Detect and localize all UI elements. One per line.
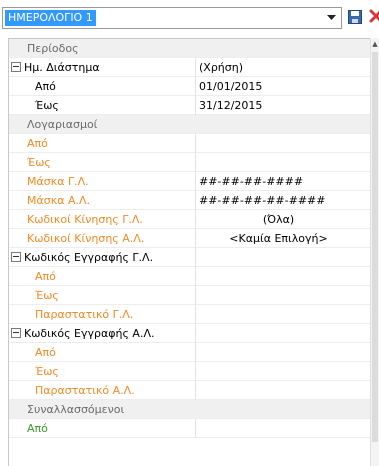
property-label: Από bbox=[9, 267, 196, 286]
collapse-icon[interactable] bbox=[11, 62, 21, 72]
property-label: Κωδικοί Κίνησης Α.Λ. bbox=[9, 229, 196, 248]
property-row-period-to[interactable]: Έως 31/12/2015 bbox=[9, 96, 370, 115]
vertical-scrollbar[interactable]: ▲ bbox=[370, 38, 379, 466]
property-value[interactable] bbox=[197, 267, 370, 286]
property-label: Από bbox=[9, 419, 196, 438]
property-value[interactable] bbox=[197, 248, 370, 267]
property-label: Ημ. Διάστημα bbox=[24, 61, 100, 74]
category-accounts[interactable]: Λογαριασμοί bbox=[9, 115, 370, 134]
property-label: Έως bbox=[9, 153, 196, 172]
property-value[interactable] bbox=[197, 324, 370, 343]
profile-combobox-value[interactable]: ΗΜΕΡΟΛΟΓΙΟ 1 bbox=[5, 10, 96, 26]
property-row-accounts-from[interactable]: Από bbox=[9, 134, 370, 153]
property-value[interactable]: ##-##-##-#### bbox=[197, 172, 370, 191]
profile-combobox[interactable]: ΗΜΕΡΟΛΟΓΙΟ 1 bbox=[2, 7, 342, 29]
property-row-partners-from[interactable]: Από bbox=[9, 419, 370, 438]
property-label: Κωδικός Εγγραφής Γ.Λ. bbox=[24, 251, 154, 264]
toolbar: ΗΜΕΡΟΛΟΓΙΟ 1 bbox=[0, 0, 379, 38]
property-value[interactable] bbox=[197, 343, 370, 362]
property-row-accounts-to[interactable]: Έως bbox=[9, 153, 370, 172]
property-value[interactable]: <Καμία Επιλογή> bbox=[197, 229, 370, 248]
property-label: Από bbox=[9, 77, 196, 96]
property-value[interactable] bbox=[197, 381, 370, 400]
category-partners[interactable]: Συναλλασσόμενοι bbox=[9, 400, 370, 419]
property-value[interactable]: 01/01/2015 bbox=[197, 77, 370, 96]
property-row-gl-codes[interactable]: Κωδικοί Κίνησης Γ.Λ. (Όλα) bbox=[9, 210, 370, 229]
scroll-up-icon[interactable]: ▲ bbox=[371, 38, 379, 50]
property-row-date-range[interactable]: Ημ. Διάστημα (Χρήση) bbox=[9, 58, 370, 77]
collapse-icon[interactable] bbox=[11, 328, 21, 338]
property-row-gl-entry-from[interactable]: Από bbox=[9, 267, 370, 286]
property-row-gl-entry-code[interactable]: Κωδικός Εγγραφής Γ.Λ. bbox=[9, 248, 370, 267]
save-icon bbox=[348, 9, 362, 27]
property-label: Μάσκα Α.Λ. bbox=[9, 191, 196, 210]
property-label: Παραστατικό Α.Λ. bbox=[9, 381, 196, 400]
save-button[interactable] bbox=[346, 9, 364, 27]
property-label: Έως bbox=[9, 286, 196, 305]
property-value[interactable]: 31/12/2015 bbox=[197, 96, 370, 115]
property-row-al-entry-code[interactable]: Κωδικός Εγγραφής Α.Λ. bbox=[9, 324, 370, 343]
property-value[interactable] bbox=[197, 286, 370, 305]
property-label: Από bbox=[9, 134, 196, 153]
property-value[interactable] bbox=[197, 419, 370, 438]
property-value[interactable] bbox=[197, 362, 370, 381]
scrollbar-thumb[interactable] bbox=[372, 52, 378, 442]
property-label: Κωδικοί Κίνησης Γ.Λ. bbox=[9, 210, 196, 229]
property-value[interactable]: (Χρήση) bbox=[197, 58, 370, 77]
property-grid: Περίοδος Ημ. Διάστημα (Χρήση) Από 01/01/… bbox=[8, 38, 370, 466]
delete-button[interactable] bbox=[369, 9, 379, 27]
property-label: Κωδικός Εγγραφής Α.Λ. bbox=[24, 327, 155, 340]
property-row-al-mask[interactable]: Μάσκα Α.Λ. ##-##-##-##-#### bbox=[9, 191, 370, 210]
delete-icon bbox=[369, 9, 379, 26]
property-row-al-entry-to[interactable]: Έως bbox=[9, 362, 370, 381]
property-row-period-from[interactable]: Από 01/01/2015 bbox=[9, 77, 370, 96]
property-row-al-entry-from[interactable]: Από bbox=[9, 343, 370, 362]
category-title: Περίοδος bbox=[27, 42, 79, 55]
property-value[interactable]: (Όλα) bbox=[197, 210, 370, 229]
property-label: Μάσκα Γ.Λ. bbox=[9, 172, 196, 191]
property-row-al-codes[interactable]: Κωδικοί Κίνησης Α.Λ. <Καμία Επιλογή> bbox=[9, 229, 370, 248]
property-label: Παραστατικό Γ.Λ. bbox=[9, 305, 196, 324]
property-value[interactable] bbox=[197, 134, 370, 153]
collapse-icon[interactable] bbox=[11, 252, 21, 262]
property-row-gl-mask[interactable]: Μάσκα Γ.Λ. ##-##-##-#### bbox=[9, 172, 370, 191]
property-label: Από bbox=[9, 343, 196, 362]
property-row-gl-entry-doc[interactable]: Παραστατικό Γ.Λ. bbox=[9, 305, 370, 324]
chevron-down-icon[interactable] bbox=[324, 11, 338, 25]
category-period[interactable]: Περίοδος bbox=[9, 39, 370, 58]
property-value[interactable] bbox=[197, 305, 370, 324]
property-row-al-entry-doc[interactable]: Παραστατικό Α.Λ. bbox=[9, 381, 370, 400]
property-row-gl-entry-to[interactable]: Έως bbox=[9, 286, 370, 305]
property-label: Έως bbox=[9, 96, 196, 115]
property-label: Έως bbox=[9, 362, 196, 381]
property-value[interactable]: ##-##-##-##-#### bbox=[197, 191, 370, 210]
category-title: Συναλλασσόμενοι bbox=[27, 403, 125, 416]
property-value[interactable] bbox=[197, 153, 370, 172]
category-title: Λογαριασμοί bbox=[27, 118, 98, 131]
